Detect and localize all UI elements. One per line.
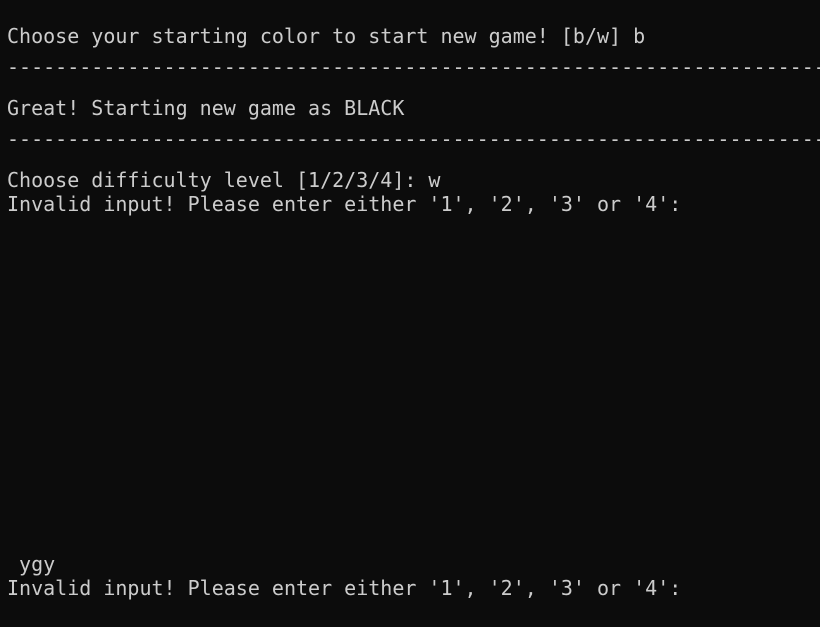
invalid-input-message: Invalid input! Please enter either '1', … bbox=[7, 192, 682, 216]
terminal-window[interactable]: Choose your starting color to start new … bbox=[0, 0, 820, 627]
separator-line: ----------------------------------------… bbox=[7, 127, 820, 151]
start-message-line: Great! Starting new game as BLACK bbox=[7, 96, 405, 120]
typed-input-line: ygy bbox=[7, 552, 56, 576]
difficulty-prompt-line: Choose difficulty level [1/2/3/4]: w bbox=[7, 168, 441, 192]
color-prompt-line: Choose your starting color to start new … bbox=[7, 24, 646, 48]
invalid-input-message: Invalid input! Please enter either '1', … bbox=[7, 576, 682, 600]
separator-line: ----------------------------------------… bbox=[7, 55, 820, 79]
